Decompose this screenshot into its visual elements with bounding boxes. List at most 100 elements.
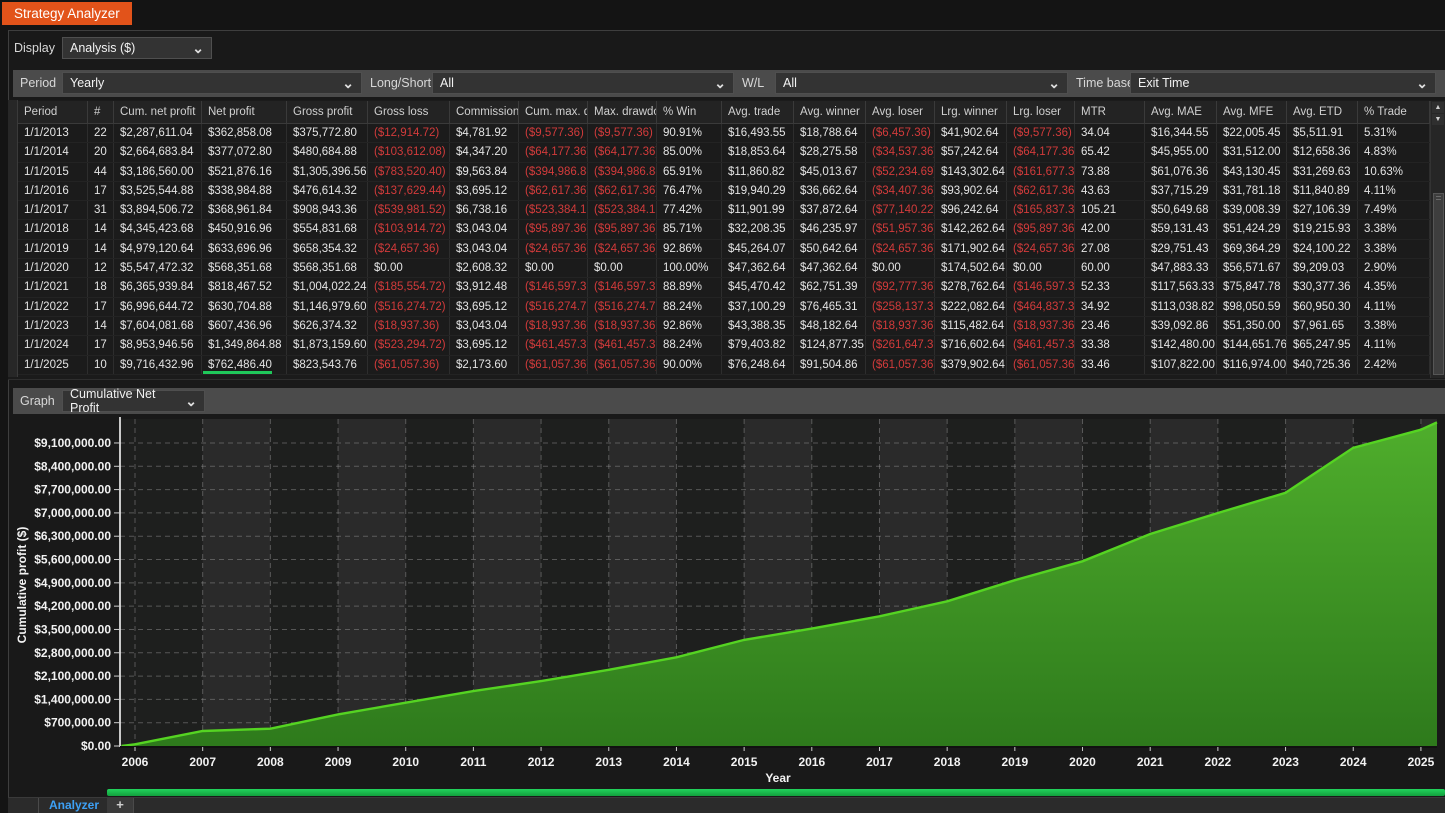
table-cell[interactable]: ($77,140.22) — [866, 201, 935, 219]
table-cell[interactable]: 88.89% — [657, 278, 722, 296]
table-cell[interactable]: $658,354.32 — [287, 240, 368, 258]
table-cell[interactable]: $19,215.93 — [1287, 220, 1358, 238]
table-row[interactable]: 1/1/201731$3,894,506.72$368,961.84$908,9… — [18, 201, 1430, 220]
table-cell[interactable]: $19,940.29 — [722, 182, 794, 200]
table-cell[interactable]: $43,388.35 — [722, 317, 794, 335]
column-header-period[interactable]: Period — [18, 101, 88, 123]
table-cell[interactable]: $3,043.04 — [450, 240, 519, 258]
table-cell[interactable]: $51,350.00 — [1217, 317, 1287, 335]
table-cell[interactable]: $0.00 — [519, 259, 588, 277]
table-cell[interactable]: 1/1/2015 — [18, 163, 88, 181]
long-short-dropdown[interactable]: All ⌄ — [432, 72, 734, 94]
table-cell[interactable]: ($18,937.36) — [588, 317, 657, 335]
table-cell[interactable]: $16,344.55 — [1145, 124, 1217, 142]
table-cell[interactable]: $39,008.39 — [1217, 201, 1287, 219]
table-cell[interactable]: $375,772.80 — [287, 124, 368, 142]
table-cell[interactable]: 20 — [88, 143, 114, 161]
table-cell[interactable]: $568,351.68 — [287, 259, 368, 277]
table-cell[interactable]: $142,480.00 — [1145, 336, 1217, 354]
table-cell[interactable]: 18 — [88, 278, 114, 296]
period-dropdown[interactable]: Yearly ⌄ — [62, 72, 362, 94]
table-cell[interactable]: ($464,837.36) — [1007, 298, 1075, 316]
table-cell[interactable]: $24,100.22 — [1287, 240, 1358, 258]
table-cell[interactable]: $12,658.36 — [1287, 143, 1358, 161]
table-cell[interactable]: 76.47% — [657, 182, 722, 200]
table-row[interactable]: 1/1/202417$8,953,946.56$1,349,864.88$1,8… — [18, 336, 1430, 355]
table-cell[interactable]: ($18,937.36) — [866, 317, 935, 335]
table-cell[interactable]: $1,349,864.88 — [202, 336, 287, 354]
table-cell[interactable]: 31 — [88, 201, 114, 219]
table-cell[interactable]: 65.91% — [657, 163, 722, 181]
table-cell[interactable]: $16,493.55 — [722, 124, 794, 142]
table-cell[interactable]: $2,608.32 — [450, 259, 519, 277]
table-cell[interactable]: 33.46 — [1075, 356, 1145, 374]
table-cell[interactable]: $379,902.64 — [935, 356, 1007, 374]
table-cell[interactable]: $62,751.39 — [794, 278, 866, 296]
table-cell[interactable]: $91,504.86 — [794, 356, 866, 374]
column-header--win[interactable]: % Win — [657, 101, 722, 123]
table-cell[interactable]: ($64,177.36) — [519, 143, 588, 161]
table-cell[interactable]: 1/1/2020 — [18, 259, 88, 277]
table-cell[interactable]: $476,614.32 — [287, 182, 368, 200]
table-cell[interactable]: ($24,657.36) — [866, 240, 935, 258]
column-header-avg-trade[interactable]: Avg. trade — [722, 101, 794, 123]
wl-dropdown[interactable]: All ⌄ — [775, 72, 1068, 94]
table-cell[interactable]: $11,860.82 — [722, 163, 794, 181]
table-cell[interactable]: ($62,617.36) — [588, 182, 657, 200]
column-header-commission[interactable]: Commission — [450, 101, 519, 123]
table-cell[interactable]: $3,912.48 — [450, 278, 519, 296]
table-cell[interactable]: 105.21 — [1075, 201, 1145, 219]
table-cell[interactable]: $368,961.84 — [202, 201, 287, 219]
table-cell[interactable]: $117,563.33 — [1145, 278, 1217, 296]
column-header-cum-net-profit[interactable]: Cum. net profit — [114, 101, 202, 123]
table-cell[interactable]: 1/1/2018 — [18, 220, 88, 238]
table-row[interactable]: 1/1/201814$4,345,423.68$450,916.96$554,8… — [18, 220, 1430, 239]
table-row[interactable]: 1/1/201322$2,287,611.04$362,858.08$375,7… — [18, 124, 1430, 143]
column-header-max-drawdown[interactable]: Max. drawdown — [588, 101, 657, 123]
table-cell[interactable]: ($61,057.36) — [588, 356, 657, 374]
table-cell[interactable]: ($461,457.36) — [519, 336, 588, 354]
table-cell[interactable]: 27.08 — [1075, 240, 1145, 258]
table-cell[interactable]: $521,876.16 — [202, 163, 287, 181]
table-cell[interactable]: 14 — [88, 220, 114, 238]
table-cell[interactable]: $116,974.00 — [1217, 356, 1287, 374]
time-base-dropdown[interactable]: Exit Time ⌄ — [1130, 72, 1436, 94]
table-cell[interactable]: $75,847.78 — [1217, 278, 1287, 296]
table-cell[interactable]: ($18,937.36) — [368, 317, 450, 335]
table-cell[interactable]: $607,436.96 — [202, 317, 287, 335]
table-cell[interactable]: $124,877.35 — [794, 336, 866, 354]
table-cell[interactable]: $568,351.68 — [202, 259, 287, 277]
table-cell[interactable]: 4.35% — [1358, 278, 1430, 296]
table-cell[interactable]: $22,005.45 — [1217, 124, 1287, 142]
column-header-lrg-loser[interactable]: Lrg. loser — [1007, 101, 1075, 123]
table-cell[interactable]: 33.38 — [1075, 336, 1145, 354]
table-cell[interactable]: ($539,981.52) — [368, 201, 450, 219]
table-cell[interactable]: $50,649.68 — [1145, 201, 1217, 219]
column-header-gross-loss[interactable]: Gross loss — [368, 101, 450, 123]
table-row[interactable]: 1/1/202012$5,547,472.32$568,351.68$568,3… — [18, 259, 1430, 278]
table-cell[interactable]: $5,511.91 — [1287, 124, 1358, 142]
table-cell[interactable]: 90.00% — [657, 356, 722, 374]
table-cell[interactable]: $1,146,979.60 — [287, 298, 368, 316]
table-cell[interactable]: $45,013.67 — [794, 163, 866, 181]
table-cell[interactable]: $762,486.40 — [202, 356, 287, 374]
table-cell[interactable]: 4.11% — [1358, 298, 1430, 316]
table-cell[interactable]: 17 — [88, 298, 114, 316]
table-cell[interactable]: ($95,897.36) — [588, 220, 657, 238]
table-cell[interactable]: $143,302.64 — [935, 163, 1007, 181]
table-cell[interactable]: $4,781.92 — [450, 124, 519, 142]
table-cell[interactable]: $32,208.35 — [722, 220, 794, 238]
table-cell[interactable]: $338,984.88 — [202, 182, 287, 200]
table-cell[interactable]: 1/1/2017 — [18, 201, 88, 219]
table-cell[interactable]: $93,902.64 — [935, 182, 1007, 200]
table-cell[interactable]: $60,950.30 — [1287, 298, 1358, 316]
table-cell[interactable]: ($146,597.36) — [1007, 278, 1075, 296]
table-cell[interactable]: 4.83% — [1358, 143, 1430, 161]
table-vertical-scrollbar[interactable]: ▲ ▼ — [1430, 101, 1445, 378]
table-cell[interactable]: $11,840.89 — [1287, 182, 1358, 200]
table-cell[interactable]: 88.24% — [657, 298, 722, 316]
table-cell[interactable]: $7,604,081.68 — [114, 317, 202, 335]
table-cell[interactable]: $47,362.64 — [794, 259, 866, 277]
scroll-up-button[interactable]: ▲ — [1432, 102, 1444, 113]
table-cell[interactable]: $29,751.43 — [1145, 240, 1217, 258]
